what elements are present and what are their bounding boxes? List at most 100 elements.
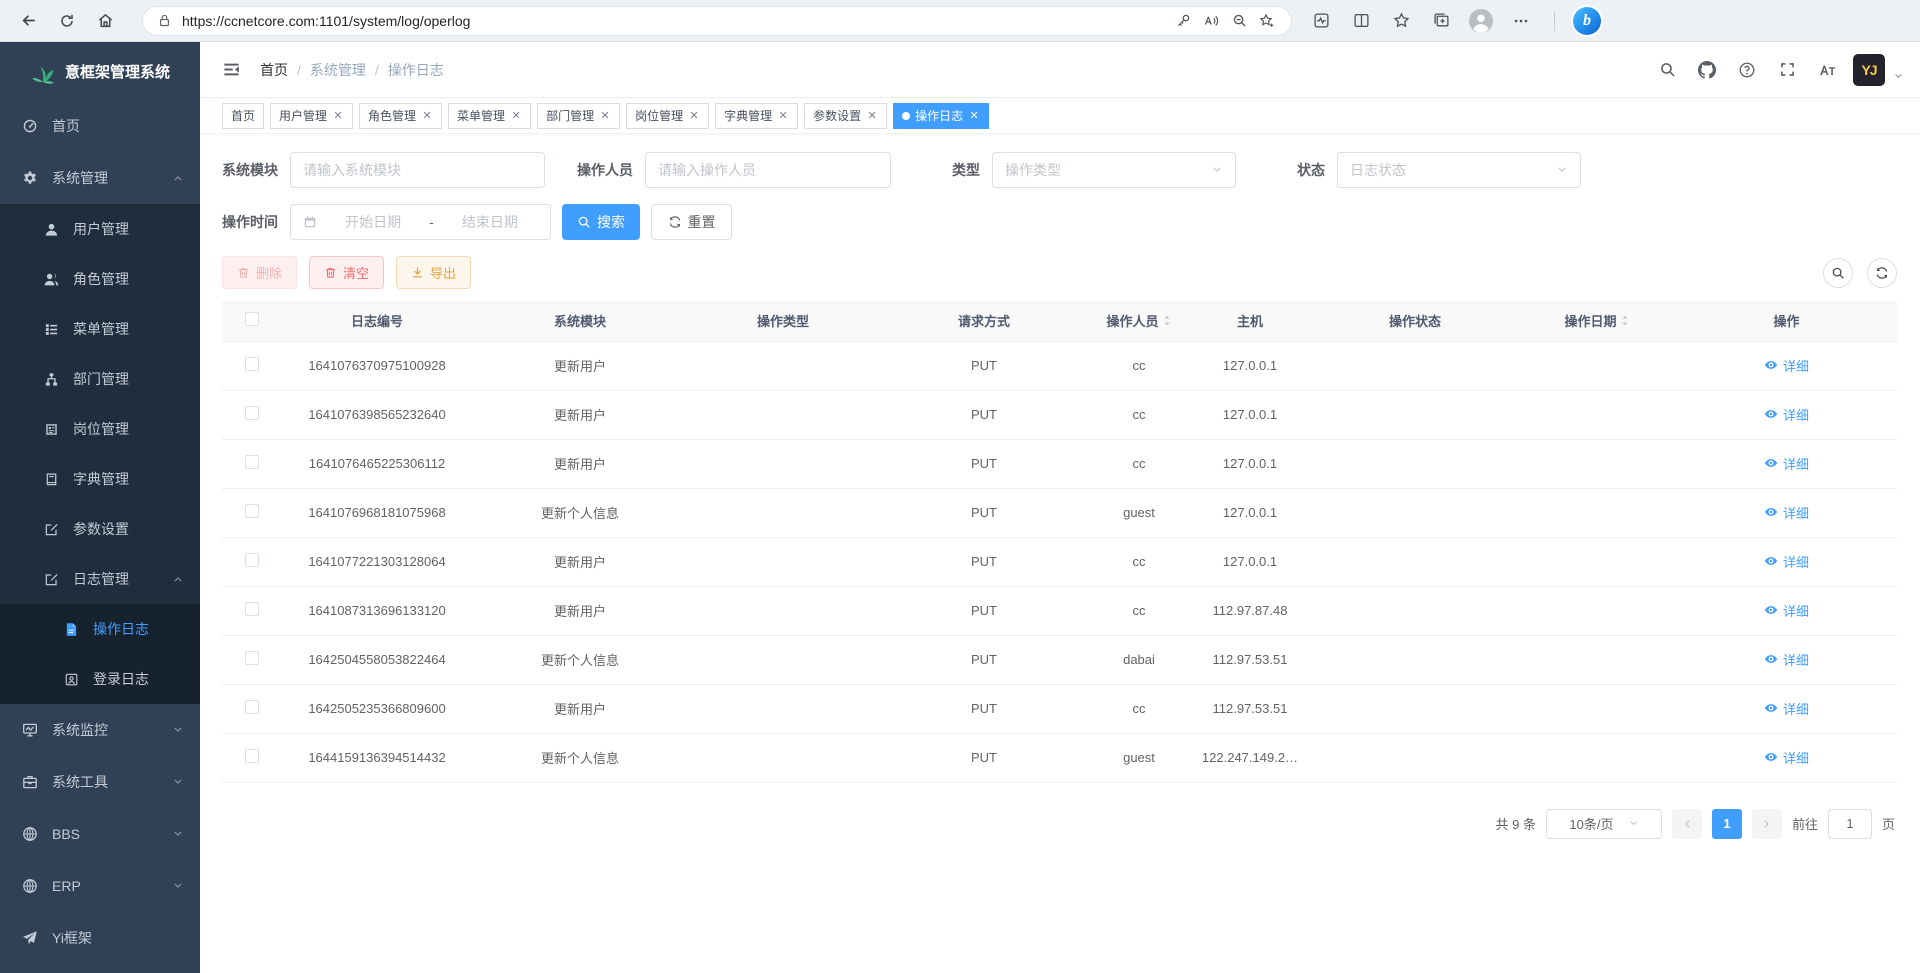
refresh-table-button[interactable] <box>1867 258 1897 288</box>
tab-param-settings[interactable]: 参数设置✕ <box>804 103 887 129</box>
row-checkbox[interactable] <box>245 700 259 714</box>
add-favorite-icon[interactable] <box>1253 8 1281 34</box>
operator-input[interactable] <box>645 152 891 188</box>
sidebar-item-menu-management[interactable]: 菜单管理 <box>0 304 200 354</box>
read-aloud-icon[interactable] <box>1197 8 1225 34</box>
sidebar-item-yi-framework[interactable]: Yi框架 <box>0 912 200 964</box>
sort-icons[interactable] <box>1620 314 1630 327</box>
url-text[interactable]: https://ccnetcore.com:1101/system/log/op… <box>182 13 1169 29</box>
row-checkbox[interactable] <box>245 504 259 518</box>
tab-user-management[interactable]: 用户管理✕ <box>270 103 353 129</box>
sidebar-item-operation-log[interactable]: 操作日志 <box>0 604 200 654</box>
page-size-select[interactable]: 10条/页 <box>1546 809 1662 839</box>
detail-link[interactable]: 详细 <box>1764 552 1809 571</box>
tab-operation-log[interactable]: 操作日志✕ <box>893 103 989 129</box>
tab-menu-management[interactable]: 菜单管理✕ <box>448 103 531 129</box>
collections-icon[interactable] <box>1426 6 1456 36</box>
close-icon[interactable]: ✕ <box>866 109 878 122</box>
fullscreen-icon[interactable] <box>1773 56 1801 84</box>
prev-page-button[interactable] <box>1672 809 1702 839</box>
browser-refresh-button[interactable] <box>52 6 82 36</box>
browser-profile-avatar[interactable] <box>1466 6 1496 36</box>
sidebar-item-system-monitor[interactable]: 系统监控 <box>0 704 200 756</box>
password-key-icon[interactable] <box>1169 8 1197 34</box>
sidebar-item-bbs[interactable]: BBS <box>0 808 200 860</box>
sidebar-item-log-management[interactable]: 日志管理 <box>0 554 200 604</box>
tab-role-management[interactable]: 角色管理✕ <box>359 103 442 129</box>
detail-link[interactable]: 详细 <box>1764 503 1809 522</box>
close-icon[interactable]: ✕ <box>688 109 700 122</box>
user-menu-caret-icon[interactable] <box>1893 68 1904 86</box>
col-date[interactable]: 操作日期 <box>1518 301 1676 341</box>
detail-link[interactable]: 详细 <box>1764 405 1809 424</box>
close-icon[interactable]: ✕ <box>510 109 522 122</box>
col-operator[interactable]: 操作人员 <box>1090 301 1188 341</box>
sidebar-item-user-management[interactable]: 用户管理 <box>0 204 200 254</box>
help-icon[interactable] <box>1733 56 1761 84</box>
select-all-checkbox[interactable] <box>245 312 259 326</box>
address-bar[interactable]: https://ccnetcore.com:1101/system/log/op… <box>142 6 1292 36</box>
sidebar-item-post-management[interactable]: 岗位管理 <box>0 404 200 454</box>
zoom-out-icon[interactable] <box>1225 8 1253 34</box>
sidebar-item-dept-management[interactable]: 部门管理 <box>0 354 200 404</box>
next-page-button[interactable] <box>1752 809 1782 839</box>
detail-link[interactable]: 详细 <box>1764 356 1809 375</box>
export-button[interactable]: 导出 <box>396 256 471 289</box>
close-icon[interactable]: ✕ <box>332 109 344 122</box>
toggle-search-button[interactable] <box>1823 258 1853 288</box>
sort-icons[interactable] <box>1162 314 1172 327</box>
row-checkbox[interactable] <box>245 455 259 469</box>
bing-sidebar-icon[interactable]: b <box>1573 7 1601 35</box>
close-icon[interactable]: ✕ <box>599 109 611 122</box>
sidebar-item-erp[interactable]: ERP <box>0 860 200 912</box>
delete-button[interactable]: 删除 <box>222 256 297 289</box>
user-logo[interactable]: YJ <box>1853 54 1885 86</box>
row-checkbox[interactable] <box>245 651 259 665</box>
status-select[interactable]: 日志状态 <box>1337 152 1581 188</box>
detail-link[interactable]: 详细 <box>1764 454 1809 473</box>
font-size-icon[interactable] <box>1813 56 1841 84</box>
sidebar-item-system-management[interactable]: 系统管理 <box>0 152 200 204</box>
close-icon[interactable]: ✕ <box>421 109 433 122</box>
detail-link[interactable]: 详细 <box>1764 601 1809 620</box>
page-number-1[interactable]: 1 <box>1712 809 1742 839</box>
browser-back-button[interactable] <box>14 6 44 36</box>
browser-more-icon[interactable] <box>1506 6 1536 36</box>
split-screen-icon[interactable] <box>1346 6 1376 36</box>
sidebar-item-dict-management[interactable]: 字典管理 <box>0 454 200 504</box>
sidebar-item-param-settings[interactable]: 参数设置 <box>0 504 200 554</box>
row-checkbox[interactable] <box>245 602 259 616</box>
row-checkbox[interactable] <box>245 553 259 567</box>
row-checkbox[interactable] <box>245 406 259 420</box>
tab-dict-management[interactable]: 字典管理✕ <box>715 103 798 129</box>
clear-button[interactable]: 清空 <box>309 256 384 289</box>
sidebar-item-home[interactable]: 首页 <box>0 100 200 152</box>
sidebar-item-login-log[interactable]: 登录日志 <box>0 654 200 704</box>
row-checkbox[interactable] <box>245 357 259 371</box>
date-range-picker[interactable]: 开始日期 - 结束日期 <box>290 204 551 240</box>
header-search-icon[interactable] <box>1653 56 1681 84</box>
favorites-icon[interactable] <box>1386 6 1416 36</box>
search-button[interactable]: 搜索 <box>562 204 640 240</box>
sidebar-item-system-tools[interactable]: 系统工具 <box>0 756 200 808</box>
tab-dept-management[interactable]: 部门管理✕ <box>537 103 620 129</box>
browser-home-button[interactable] <box>90 6 120 36</box>
globe-icon <box>22 826 38 842</box>
row-checkbox[interactable] <box>245 749 259 763</box>
sidebar-item-role-management[interactable]: 角色管理 <box>0 254 200 304</box>
close-icon[interactable]: ✕ <box>968 109 980 122</box>
detail-link[interactable]: 详细 <box>1764 748 1809 767</box>
breadcrumb-home[interactable]: 首页 <box>260 60 288 80</box>
reset-button[interactable]: 重置 <box>651 204 732 240</box>
detail-link[interactable]: 详细 <box>1764 650 1809 669</box>
sidebar-collapse-icon[interactable] <box>214 53 248 87</box>
tab-home[interactable]: 首页 <box>222 103 264 129</box>
detail-link[interactable]: 详细 <box>1764 699 1809 718</box>
goto-page-input[interactable] <box>1828 809 1872 839</box>
close-icon[interactable]: ✕ <box>777 109 789 122</box>
browser-essentials-icon[interactable] <box>1306 6 1336 36</box>
module-input[interactable] <box>290 152 545 188</box>
tab-post-management[interactable]: 岗位管理✕ <box>626 103 709 129</box>
github-icon[interactable] <box>1693 56 1721 84</box>
type-select[interactable]: 操作类型 <box>992 152 1236 188</box>
